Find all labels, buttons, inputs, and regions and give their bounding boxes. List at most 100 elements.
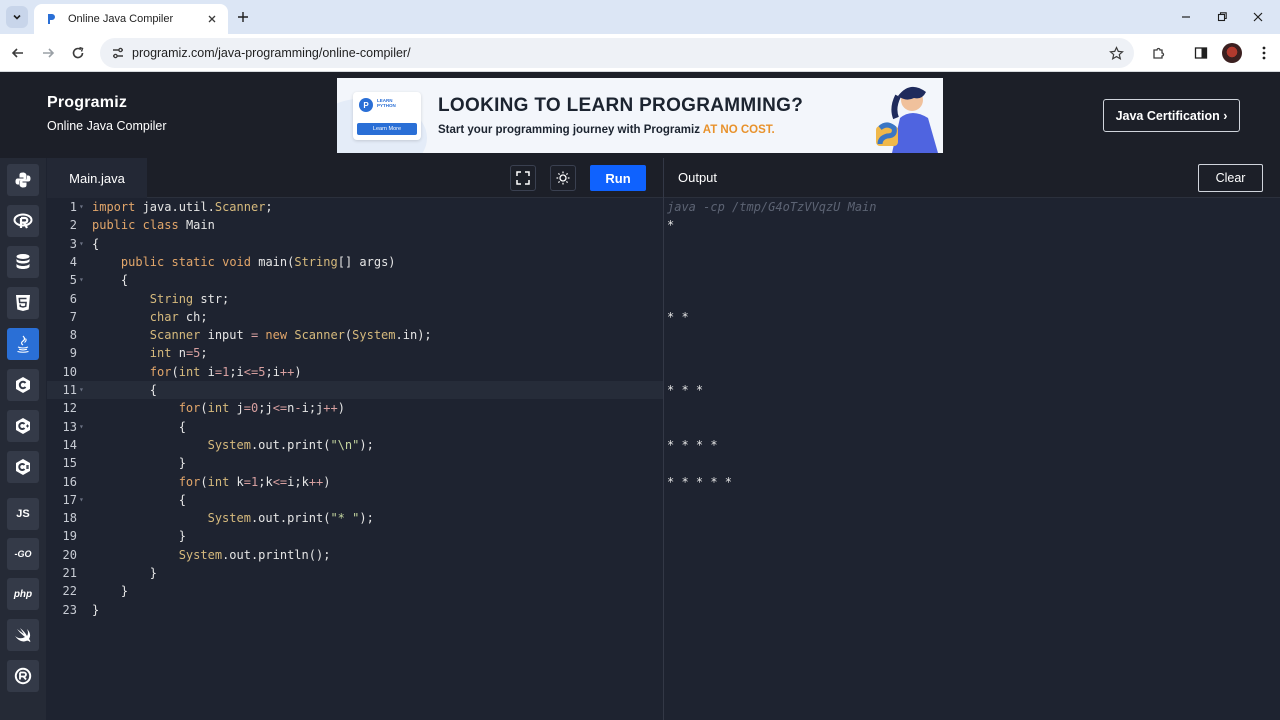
ad-text: Start your programming journey with Prog… [438,124,775,136]
theme-toggle-button[interactable] [550,165,576,191]
sidebar-item-sql[interactable] [7,246,39,278]
fold-arrow-icon[interactable]: ▾ [79,271,84,289]
code-line[interactable]: 16 for(int k=1;k<=i;k++) [47,473,663,491]
file-tab-main-java[interactable]: Main.java [47,158,147,198]
code-text: String str; [149,291,230,306]
code-line[interactable]: 23} [47,601,663,619]
code-text: } [92,529,186,544]
code-line[interactable]: 21 } [47,564,663,582]
browser-tab-active[interactable]: Online Java Compiler [34,4,228,34]
sidebar-item-cpp[interactable] [7,410,39,442]
arrow-right-icon [43,48,55,58]
restore-button[interactable] [1213,8,1231,26]
output-header: Output Clear [664,158,1280,198]
advertisement-banner[interactable]: P LEARN PYTHON Learn More LOOKING TO LEA… [337,78,943,153]
code-line[interactable]: 18 System.out.print("* "); [47,509,663,527]
cpp-icon [16,418,30,434]
ad-learn-more-button[interactable]: Learn More [357,123,417,135]
sidebar-item-csharp[interactable] [7,451,39,483]
code-line[interactable]: 22 } [47,582,663,600]
sidebar-item-c[interactable] [7,369,39,401]
programiz-logo[interactable]: Programiz [47,94,167,112]
tab-search-button[interactable] [6,6,28,28]
minimize-button[interactable] [1177,8,1195,26]
code-text: } [92,584,129,599]
clear-button[interactable]: Clear [1198,164,1263,192]
code-line[interactable]: 6 String str; [47,290,663,308]
output-line: * * * [667,383,704,397]
extensions-button[interactable] [1148,43,1168,63]
line-number: 11 [62,383,77,397]
code-line[interactable]: 2 public class Main [47,216,663,234]
code-line[interactable]: 20 System.out.println(); [47,546,663,564]
run-button[interactable]: Run [590,165,646,191]
code-line[interactable]: 13 ▾ { [47,418,663,436]
code-line[interactable]: 9 int n=5; [47,344,663,362]
fold-arrow-icon[interactable]: ▾ [79,198,84,216]
chevron-down-icon [13,14,21,20]
sidebar-item-python[interactable] [7,164,39,196]
code-text: for(int j=0;j<=n-i;j++) [178,401,345,416]
fullscreen-button[interactable] [510,165,536,191]
line-number: 13 [62,419,77,434]
fold-arrow-icon[interactable]: ▾ [79,381,84,399]
line-number: 19 [62,529,77,544]
new-tab-button[interactable] [234,8,252,26]
code-line[interactable]: 19 } [47,527,663,545]
address-bar[interactable]: programiz.com/java-programming/online-co… [100,38,1134,68]
code-text: char ch; [149,309,208,324]
sidebar-item-js[interactable]: JS [7,498,39,530]
forward-button[interactable] [38,43,58,63]
line-number: 1 [69,200,77,214]
sidebar-item-java[interactable] [7,328,39,360]
back-button[interactable] [8,43,28,63]
close-window-button[interactable] [1249,8,1267,26]
code-line[interactable]: 11 ▾ { [47,381,663,399]
java-certification-button[interactable]: Java Certification › [1103,99,1240,132]
code-line[interactable]: 1 ▾ import java.util.Scanner; [47,198,663,216]
sidebar-item-r[interactable] [7,205,39,237]
code-line[interactable]: 4 public static void main(String[] args) [47,253,663,271]
ad-headline: LOOKING TO LEARN PROGRAMMING? [438,95,804,116]
sidebar-item-html[interactable] [7,287,39,319]
sidebar-item-swift[interactable] [7,619,39,651]
person-with-python-illustration-icon [876,86,938,153]
java-icon [17,335,29,353]
code-line[interactable]: 5 ▾ { [47,271,663,289]
close-tab-icon[interactable] [204,11,220,27]
sidebar-item-rust[interactable] [7,660,39,692]
code-line[interactable]: 7 char ch; [47,308,663,326]
code-line[interactable]: 15 } [47,454,663,472]
reload-button[interactable] [68,43,88,63]
arrow-left-icon [11,48,23,58]
line-number: 22 [62,584,77,599]
sidebar-item-php[interactable]: php [7,578,39,610]
code-text: } [92,602,100,617]
output-console[interactable]: java -cp /tmp/G4oTzVVqzU Main * * * * * * *… [664,198,1280,720]
brand[interactable]: Programiz Online Java Compiler [47,94,167,133]
code-text: { [92,383,158,397]
side-panel-icon [1194,47,1208,59]
more-vertical-icon [1262,46,1266,60]
line-number: 14 [62,437,77,452]
site-settings-icon[interactable] [110,45,126,61]
site-header: Programiz Online Java Compiler P LEARN P… [0,72,1280,158]
line-number: 3 [69,236,77,251]
fold-arrow-icon[interactable]: ▾ [79,418,84,436]
code-line[interactable]: 12 for(int j=0;j<=n-i;j++) [47,399,663,417]
code-line[interactable]: 14 System.out.print("\n"); [47,436,663,454]
fold-arrow-icon[interactable]: ▾ [79,235,84,253]
browser-menu-button[interactable] [1254,43,1274,63]
code-line[interactable]: 3 ▾ { [47,235,663,253]
sidebar-item-go[interactable]: -GO [7,538,39,570]
side-panel-button[interactable] [1191,43,1211,63]
browser-toolbar: programiz.com/java-programming/online-co… [0,34,1280,72]
code-line[interactable]: 10 for(int i=1;i<=5;i++) [47,363,663,381]
code-line[interactable]: 8 Scanner input = new Scanner(System.in)… [47,326,663,344]
code-line[interactable]: 17 ▾ { [47,491,663,509]
code-editor[interactable]: 1 ▾ import java.util.Scanner; 2 public class… [47,198,663,720]
output-line: * * * * * [667,474,733,489]
bookmark-star-icon[interactable] [1108,45,1124,61]
profile-avatar[interactable] [1222,43,1242,63]
fold-arrow-icon[interactable]: ▾ [79,491,84,509]
